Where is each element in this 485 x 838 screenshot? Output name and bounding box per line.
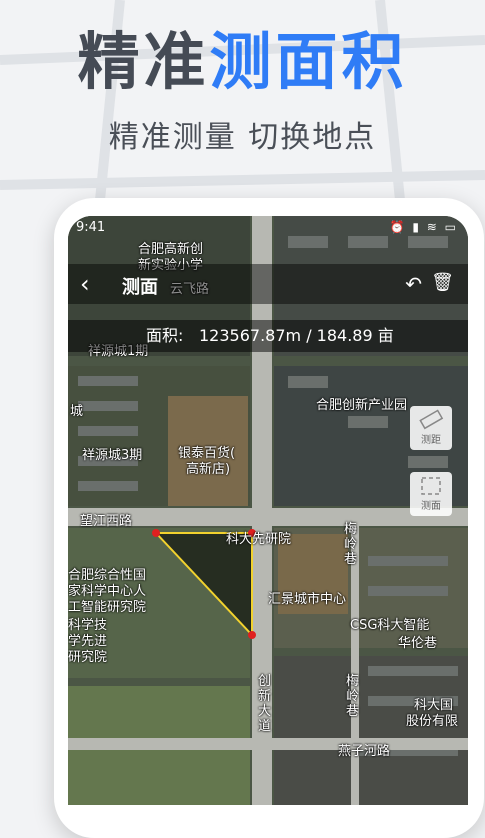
area-label: 面积:	[146, 326, 184, 345]
measure-toolbar: ‹ 测面 ↶ 🗑	[68, 264, 468, 304]
map-label: 科大先研院	[226, 532, 292, 547]
promo-subtitle: 精准测量 切换地点	[108, 120, 377, 155]
promo-headline: 精准测面积	[0, 22, 485, 102]
headline-blue-text: 测面积	[209, 25, 408, 98]
ruler-tool-label: 测距	[421, 435, 441, 446]
page-title: 测面	[122, 277, 158, 298]
signal-icon: ▮	[412, 220, 421, 234]
trash-icon[interactable]: 🗑	[431, 272, 454, 293]
map-label: 望江西路	[80, 514, 133, 529]
status-bar: 9:41 ⏰ ▮ ≋ ▭	[68, 216, 468, 242]
map-label: 合肥创新产业园	[316, 398, 408, 413]
phone-screen: 9:41 ⏰ ▮ ≋ ▭ 合肥高新创 新实验小学 云飞路 祥源城1期 城 祥源城…	[68, 216, 468, 805]
area-tool-button[interactable]: 测面	[410, 472, 452, 516]
map-label: 创新大道	[258, 674, 272, 734]
undo-icon[interactable]: ↶	[405, 272, 422, 296]
battery-icon: ▭	[444, 220, 458, 234]
alarm-icon: ⏰	[389, 220, 407, 234]
ruler-tool-button[interactable]: 测距	[410, 406, 452, 450]
map-label: 工智能研究院	[68, 600, 147, 615]
map-label: 祥源城3期	[82, 448, 143, 463]
map-label: 城	[70, 404, 84, 419]
map-label: 华伦巷	[398, 636, 438, 651]
map-label: 梅岭巷	[344, 522, 358, 567]
map-label: 高新店)	[186, 462, 231, 477]
headline-dark-text: 精准	[77, 25, 210, 98]
area-readout: 面积: 123567.87m / 184.89 亩	[68, 320, 468, 352]
map-label: 燕子河路	[338, 744, 391, 759]
map-label: 汇景城市中心	[268, 592, 347, 607]
wifi-icon: ≋	[426, 220, 439, 234]
back-icon[interactable]: ‹	[80, 270, 90, 298]
area-tool-label: 测面	[421, 501, 441, 512]
status-time: 9:41	[76, 220, 106, 235]
area-value: 123567.87m / 184.89 亩	[199, 326, 394, 345]
status-icons: ⏰ ▮ ≋ ▭	[390, 220, 458, 234]
map-label: CSG科大智能	[350, 618, 430, 633]
map-label: 研究院	[68, 650, 108, 665]
map-label: 股份有限	[406, 714, 459, 729]
map-label: 梅岭巷	[346, 674, 360, 719]
